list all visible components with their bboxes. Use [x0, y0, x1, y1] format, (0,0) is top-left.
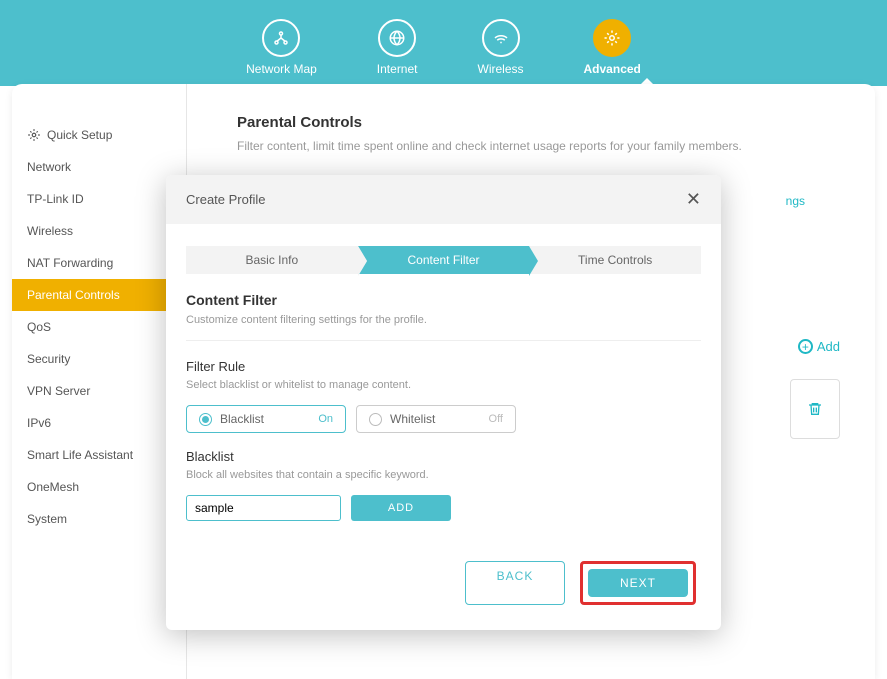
- sidebar-item-label: TP-Link ID: [27, 192, 84, 206]
- filter-options: Blacklist On Whitelist Off: [186, 405, 701, 433]
- add-label: Add: [817, 339, 840, 354]
- off-label: Off: [489, 413, 503, 425]
- modal-body: Content Filter Customize content filteri…: [166, 292, 721, 541]
- keyword-input-row: ADD: [186, 495, 701, 521]
- sidebar-item-label: System: [27, 512, 67, 526]
- nav-internet[interactable]: Internet: [377, 19, 418, 76]
- section-title: Content Filter: [186, 292, 701, 308]
- sidebar-item-label: IPv6: [27, 416, 51, 430]
- modal-title: Create Profile: [186, 192, 265, 207]
- step-time-controls[interactable]: Time Controls: [529, 246, 701, 274]
- nav-network-map[interactable]: Network Map: [246, 19, 317, 76]
- blacklist-option[interactable]: Blacklist On: [186, 405, 346, 433]
- sidebar: Quick Setup Network TP-Link ID Wireless …: [12, 84, 187, 679]
- sidebar-item-vpn-server[interactable]: VPN Server: [12, 375, 186, 407]
- sidebar-item-system[interactable]: System: [12, 503, 186, 535]
- sidebar-item-label: Quick Setup: [47, 128, 112, 142]
- option-label: Whitelist: [390, 412, 435, 426]
- trash-icon: [807, 400, 823, 418]
- sidebar-item-onemesh[interactable]: OneMesh: [12, 471, 186, 503]
- delete-button[interactable]: [790, 379, 840, 439]
- page-description: Filter content, limit time spent online …: [237, 139, 825, 153]
- nav-label: Wireless: [478, 62, 524, 76]
- sidebar-item-wireless[interactable]: Wireless: [12, 215, 186, 247]
- section-description: Customize content filtering settings for…: [186, 314, 701, 341]
- sidebar-item-label: Smart Life Assistant: [27, 448, 133, 462]
- sidebar-item-tplink-id[interactable]: TP-Link ID: [12, 183, 186, 215]
- sidebar-item-qos[interactable]: QoS: [12, 311, 186, 343]
- nav-label: Network Map: [246, 62, 317, 76]
- radio-icon: [369, 413, 382, 426]
- whitelist-option[interactable]: Whitelist Off: [356, 405, 516, 433]
- wizard-steps: Basic Info Content Filter Time Controls: [166, 224, 721, 292]
- next-button-highlight: NEXT: [580, 561, 696, 605]
- network-icon: [262, 19, 300, 57]
- step-basic-info[interactable]: Basic Info: [186, 246, 358, 274]
- sidebar-item-label: Parental Controls: [27, 288, 120, 302]
- sidebar-item-label: VPN Server: [27, 384, 90, 398]
- sidebar-item-network[interactable]: Network: [12, 151, 186, 183]
- globe-icon: [378, 19, 416, 57]
- partial-link-text[interactable]: ngs: [786, 194, 805, 208]
- sidebar-item-quick-setup[interactable]: Quick Setup: [12, 119, 186, 151]
- sidebar-item-label: Network: [27, 160, 71, 174]
- step-content-filter[interactable]: Content Filter: [358, 246, 530, 274]
- sidebar-item-parental-controls[interactable]: Parental Controls: [12, 279, 186, 311]
- create-profile-modal: Create Profile ✕ Basic Info Content Filt…: [166, 175, 721, 630]
- blacklist-description: Block all websites that contain a specif…: [186, 469, 701, 481]
- wifi-icon: [482, 19, 520, 57]
- nav-advanced[interactable]: Advanced: [584, 19, 641, 76]
- blacklist-title: Blacklist: [186, 449, 701, 464]
- sidebar-item-ipv6[interactable]: IPv6: [12, 407, 186, 439]
- filter-rule-title: Filter Rule: [186, 359, 701, 374]
- filter-rule-description: Select blacklist or whitelist to manage …: [186, 379, 701, 391]
- close-icon[interactable]: ✕: [686, 189, 701, 210]
- next-button[interactable]: NEXT: [588, 569, 688, 597]
- modal-header: Create Profile ✕: [166, 175, 721, 224]
- option-label: Blacklist: [220, 412, 264, 426]
- sidebar-item-smart-life[interactable]: Smart Life Assistant: [12, 439, 186, 471]
- add-keyword-button[interactable]: ADD: [351, 495, 451, 521]
- sidebar-item-label: Security: [27, 352, 70, 366]
- gear-icon: [593, 19, 631, 57]
- modal-footer: BACK NEXT: [166, 541, 721, 630]
- on-label: On: [318, 413, 333, 425]
- nav-label: Internet: [377, 62, 418, 76]
- top-nav: Network Map Internet Wireless Advanced: [0, 0, 887, 86]
- radio-icon: [199, 413, 212, 426]
- sidebar-item-nat-forwarding[interactable]: NAT Forwarding: [12, 247, 186, 279]
- sidebar-item-label: Wireless: [27, 224, 73, 238]
- page-title: Parental Controls: [237, 114, 825, 131]
- sidebar-item-security[interactable]: Security: [12, 343, 186, 375]
- sidebar-item-label: QoS: [27, 320, 51, 334]
- nav-wireless[interactable]: Wireless: [478, 19, 524, 76]
- keyword-input[interactable]: [186, 495, 341, 521]
- gear-icon: [27, 128, 41, 142]
- nav-label: Advanced: [584, 62, 641, 76]
- plus-icon: +: [798, 339, 813, 354]
- sidebar-item-label: NAT Forwarding: [27, 256, 113, 270]
- add-profile-button[interactable]: + Add: [798, 339, 840, 354]
- sidebar-item-label: OneMesh: [27, 480, 79, 494]
- back-button[interactable]: BACK: [465, 561, 565, 605]
